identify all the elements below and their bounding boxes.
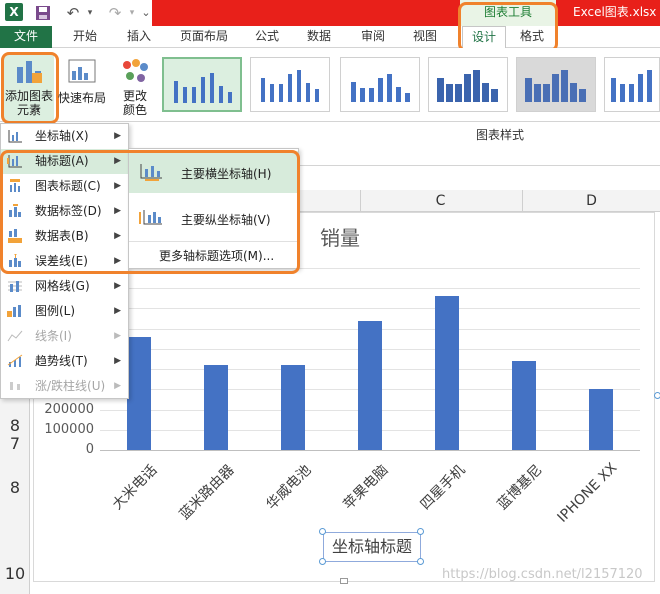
chart-style-3[interactable] (340, 57, 420, 112)
tab-formulas[interactable]: 公式 (244, 26, 290, 48)
menu-item-label: 坐标轴(X) (35, 129, 89, 143)
quick-layout-button[interactable]: 快速布局 (58, 55, 106, 105)
chart-style-1[interactable] (162, 57, 242, 112)
column-header-c[interactable]: C (360, 190, 520, 212)
bar-3[interactable] (358, 320, 382, 450)
axis-title-handle-br[interactable] (417, 558, 424, 565)
chart-style-4[interactable] (428, 57, 508, 112)
y-tick-label: 200000 (44, 401, 94, 417)
add-chart-element-highlight (1, 52, 59, 124)
tab-page-layout[interactable]: 页面布局 (170, 26, 238, 48)
y-tick-label: 100000 (44, 421, 94, 437)
watermark: https://blog.csdn.net/l2157120 (442, 567, 643, 582)
bar-5[interactable] (512, 361, 537, 450)
up-down-bars-icon (10, 382, 20, 390)
menu-item-legend[interactable]: 图例(L) ▶ (1, 299, 128, 324)
change-colors-label: 更改 颜色 (122, 89, 147, 117)
undo-icon[interactable]: ↶ (62, 2, 84, 24)
y-tick-label: 0 (85, 442, 94, 457)
change-colors-button[interactable]: 更改 颜色 (112, 55, 158, 121)
tab-home[interactable]: 开始 (60, 26, 110, 48)
redo-icon[interactable]: ↷ (104, 2, 126, 24)
customize-qat-icon[interactable]: ⌄ (140, 2, 152, 24)
submenu-arrow-icon: ▶ (114, 306, 121, 316)
horizontal-axis-title[interactable]: 坐标轴标题 (323, 532, 421, 562)
bar-4[interactable] (435, 296, 460, 450)
submenu-arrow-icon: ▶ (114, 131, 121, 141)
trendline-icon (7, 354, 23, 367)
chart-styles-group-label: 图表样式 (476, 128, 525, 142)
excel-logo-icon: X (5, 3, 23, 21)
menu-item-up-down-bars[interactable]: 涨/跌柱线(U) ▶ (1, 374, 128, 399)
gridlines-icon (8, 281, 22, 292)
context-tabs-highlight (458, 2, 558, 52)
gridline (100, 450, 640, 451)
row-header-partial[interactable]: 8 (0, 416, 30, 435)
tab-view[interactable]: 视图 (402, 26, 448, 48)
row-header-7[interactable]: 7 (0, 434, 30, 453)
quick-layout-label: 快速布局 (58, 91, 107, 105)
menu-item-label: 趋势线(T) (35, 354, 88, 368)
lines-icon (7, 330, 23, 342)
tab-data[interactable]: 数据 (296, 26, 342, 48)
color-palette-icon (123, 59, 148, 82)
legend-icon (7, 305, 21, 317)
menu-item-label: 网格线(G) (35, 279, 90, 293)
bar-2[interactable] (280, 365, 305, 450)
undo-dropdown-icon[interactable]: ▾ (84, 2, 96, 24)
chart-bottom-handle[interactable] (340, 578, 348, 584)
axis-title-handle-bl[interactable] (319, 558, 326, 565)
menu-item-lines[interactable]: 线条(I) ▶ (1, 324, 128, 349)
chart-title[interactable]: 销量 (320, 222, 360, 251)
menu-item-label: 线条(I) (35, 329, 72, 343)
menu-item-label: 涨/跌柱线(U) (35, 379, 106, 393)
submenu-arrow-icon: ▶ (114, 331, 121, 341)
axes-icon (8, 130, 22, 143)
chart-right-handle[interactable] (654, 392, 660, 399)
window-title: Excel图表.xlsx (573, 5, 657, 19)
tab-review[interactable]: 审阅 (350, 26, 396, 48)
bar-0[interactable] (126, 336, 151, 450)
save-icon[interactable] (32, 2, 54, 24)
tab-insert[interactable]: 插入 (114, 26, 164, 48)
menu-item-label: 图例(L) (35, 304, 76, 318)
bar-6[interactable] (589, 389, 614, 450)
quick-layout-icon (68, 59, 96, 83)
row-header-8[interactable]: 8 (0, 478, 30, 497)
gridline (100, 288, 640, 290)
axis-titles-highlight (0, 150, 300, 274)
row-header-10[interactable]: 10 (0, 564, 30, 583)
menu-item-trendline[interactable]: 趋势线(T) ▶ (1, 349, 128, 374)
submenu-arrow-icon: ▶ (114, 356, 121, 366)
submenu-arrow-icon: ▶ (114, 381, 121, 391)
menu-item-gridlines[interactable]: 网格线(G) ▶ (1, 274, 128, 299)
submenu-arrow-icon: ▶ (114, 281, 121, 291)
axis-title-handle-tr[interactable] (417, 528, 424, 535)
tab-file[interactable]: 文件 (0, 26, 52, 48)
bar-1[interactable] (203, 365, 228, 450)
redo-dropdown-icon[interactable]: ▾ (126, 2, 138, 24)
chart-style-6[interactable] (604, 57, 660, 112)
chart-style-2[interactable] (250, 57, 330, 112)
chart-style-5[interactable] (516, 57, 596, 112)
menu-item-axes[interactable]: 坐标轴(X) ▶ (1, 124, 128, 149)
column-header-d[interactable]: D (522, 190, 660, 212)
axis-title-handle-tl[interactable] (319, 528, 326, 535)
gridline (100, 308, 640, 310)
